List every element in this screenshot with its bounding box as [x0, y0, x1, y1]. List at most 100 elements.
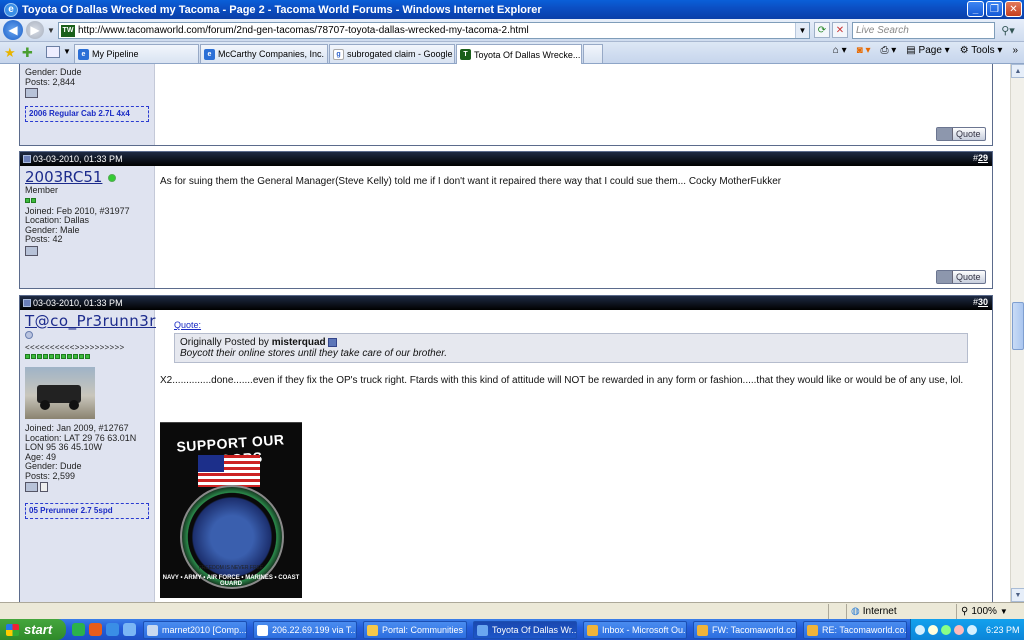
google-icon: g — [333, 48, 344, 60]
username-link[interactable]: 2003RC51 — [25, 169, 149, 186]
taskbar-item[interactable]: FW: Tacomaworld.co... — [693, 621, 797, 639]
taskbar-item[interactable]: Portal: Communities ... — [363, 621, 467, 639]
tray-icon[interactable] — [941, 624, 951, 635]
app-icon — [147, 624, 158, 636]
scroll-down-icon[interactable]: ▼ — [1011, 588, 1024, 602]
tab-label: subrogated claim - Google Se... — [347, 49, 454, 59]
tab-google-search[interactable]: g subrogated claim - Google Se... — [329, 44, 455, 63]
online-status-icon — [108, 173, 117, 182]
album-icon[interactable] — [25, 482, 38, 492]
taskbar-item[interactable]: marnet2010 [Comp... — [143, 621, 247, 639]
taskbar-item[interactable]: RE: Tacomaworld.co... — [803, 621, 907, 639]
feeds-icon[interactable]: ◙ ▾ — [857, 45, 871, 56]
user-avatar[interactable] — [25, 367, 95, 419]
refresh-button[interactable]: ⟳ — [814, 22, 830, 38]
close-tab-icon[interactable]: ✕ — [580, 49, 581, 60]
quote-box: Originally Posted by misterquad Boycott … — [174, 333, 968, 363]
tray-icon[interactable] — [915, 624, 925, 635]
tab-toyota-of-dallas[interactable]: T Toyota Of Dallas Wrecke... ✕ — [456, 44, 582, 64]
add-favorites-icon[interactable]: ✚ — [22, 45, 33, 61]
post-number[interactable]: #29 — [973, 153, 988, 163]
image-caption-ring: NAVY • ARMY • AIR FORCE • MARINES • COAS… — [162, 575, 300, 587]
stop-button[interactable]: ✕ — [832, 22, 848, 38]
zone-label: Internet — [862, 606, 897, 617]
taskbar-item-label: Portal: Communities ... — [382, 625, 467, 635]
firefox-icon[interactable] — [89, 623, 102, 636]
minimize-button[interactable]: _ — [967, 1, 984, 17]
album-icon[interactable] — [25, 245, 38, 256]
forward-button[interactable]: ▶ — [26, 21, 44, 39]
view-post-icon[interactable] — [328, 337, 338, 347]
taskbar-item-label: Inbox - Microsoft Ou... — [602, 625, 687, 635]
site-favicon-icon: TW — [61, 24, 75, 37]
show-desktop-icon[interactable] — [123, 623, 136, 636]
post-message: As for suing them the General Manager(St… — [160, 176, 782, 187]
page-menu[interactable]: ▤ Page ▾ — [906, 45, 949, 56]
search-input[interactable]: Live Search — [852, 22, 995, 39]
taskbar-item-label: Toyota Of Dallas Wr... — [492, 625, 577, 635]
post-date: 03-03-2010, 01:33 PM — [33, 298, 123, 308]
maximize-button[interactable]: ❐ — [986, 1, 1003, 17]
quote-button[interactable]: Quote — [936, 127, 986, 141]
security-zone[interactable]: ◍ Internet — [846, 604, 956, 619]
remote-desktop-icon — [257, 624, 268, 636]
ie-icon[interactable] — [106, 623, 119, 636]
quote-header: Quote: — [174, 320, 202, 330]
tab-mccarthy[interactable]: e McCarthy Companies, Inc. — [200, 44, 328, 63]
zoom-level[interactable]: ⚲ 100% ▼ — [956, 604, 1022, 619]
help-icon[interactable]: » — [1012, 45, 1018, 56]
taskbar-item[interactable]: Inbox - Microsoft Ou... — [583, 621, 687, 639]
user-rank: <<<<<<<<<<>>>>>>>>>> — [25, 342, 125, 352]
start-button[interactable]: start — [0, 619, 66, 640]
address-dropdown-icon[interactable]: ▼ — [795, 23, 809, 38]
tab-my-pipeline[interactable]: e My Pipeline — [74, 44, 199, 63]
album-icon[interactable] — [25, 88, 38, 98]
tray-icon[interactable] — [928, 624, 938, 635]
home-icon[interactable]: ⌂ ▾ — [833, 45, 847, 56]
recent-pages-dropdown-icon[interactable]: ▼ — [47, 26, 55, 35]
quote-button-label: Quote — [956, 129, 981, 139]
window-title-bar[interactable]: e Toyota Of Dallas Wrecked my Tacoma - P… — [0, 0, 1024, 19]
taskbar-item-label: marnet2010 [Comp... — [162, 625, 247, 635]
post-number[interactable]: #30 — [973, 297, 988, 307]
user-vehicle-signature[interactable]: 05 Prerunner 2.7 5spd — [25, 503, 149, 519]
scrollbar-thumb[interactable] — [1012, 302, 1024, 350]
quick-launch-icon[interactable] — [72, 623, 85, 636]
address-toolbar: ◀ ▶ ▼ TW http://www.tacomaworld.com/foru… — [0, 19, 1024, 42]
back-button[interactable]: ◀ — [3, 20, 23, 40]
clock[interactable]: 6:23 PM — [986, 625, 1020, 635]
address-bar[interactable]: TW http://www.tacomaworld.com/forum/2nd-… — [58, 22, 810, 39]
ie-icon — [367, 624, 378, 636]
taskbar-item[interactable]: 206.22.69.199 via T... — [253, 621, 357, 639]
tab-list-dropdown-icon[interactable]: ▼ — [63, 47, 71, 56]
post-number-link[interactable]: 29 — [978, 153, 988, 163]
post-header: 03-03-2010, 01:33 PM #30 — [20, 296, 992, 310]
image-caption-banner: FREEDOM IS NEVER FREE — [198, 565, 264, 571]
page-content: Gender: Dude Posts: 2,844 2006 Regular C… — [0, 64, 1010, 602]
post-icon — [23, 155, 31, 163]
quote-button[interactable]: Quote — [936, 270, 986, 284]
zoom-dropdown-icon[interactable]: ▼ — [1000, 607, 1008, 616]
search-icon[interactable]: ⚲▾ — [996, 22, 1020, 39]
quick-tabs-icon[interactable] — [46, 46, 60, 58]
user-vehicle-signature[interactable]: 2006 Regular Cab 2.7L 4x4 — [25, 106, 149, 122]
zoom-icon: ⚲ — [961, 606, 969, 617]
windows-flag-icon — [6, 623, 19, 636]
gallery-icon[interactable] — [40, 482, 48, 492]
print-icon[interactable]: ⎙ ▾ — [880, 45, 896, 56]
reputation-bar — [25, 354, 149, 359]
taskbar-item-active[interactable]: Toyota Of Dallas Wr... — [473, 621, 577, 639]
window-title: Toyota Of Dallas Wrecked my Tacoma - Pag… — [22, 3, 542, 16]
scroll-up-icon[interactable]: ▲ — [1011, 64, 1024, 78]
favorites-star-icon[interactable]: ★ — [4, 45, 16, 61]
username-link[interactable]: T@co_Pr3runn3r — [25, 313, 155, 330]
tray-icon[interactable] — [954, 624, 964, 635]
tab-label: McCarthy Companies, Inc. — [218, 49, 325, 59]
vertical-scrollbar[interactable]: ▲ ▼ — [1010, 64, 1024, 602]
new-tab-button[interactable] — [583, 44, 603, 63]
post-number-link[interactable]: 30 — [978, 297, 988, 307]
close-button[interactable]: ✕ — [1005, 1, 1022, 17]
volume-icon[interactable] — [967, 624, 977, 635]
tools-menu[interactable]: ⚙ Tools ▾ — [960, 45, 1003, 56]
post-message: X2..............done.......even if they … — [160, 375, 964, 386]
